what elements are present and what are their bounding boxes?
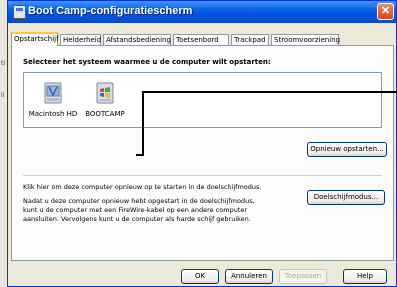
disk-bootcamp[interactable]: BOOTCAMP [82, 79, 128, 118]
tab-stroomvoorziening[interactable]: Stroomvoorziening [271, 34, 340, 45]
apply-button[interactable]: Toepassen [279, 269, 327, 284]
annotation-bracket-top [142, 91, 397, 93]
desktop-tick-2: li [1, 92, 5, 99]
target-disk-mode-button[interactable]: Doelschijfmodus... [307, 190, 385, 205]
restart-button[interactable]: Opnieuw opstarten... [307, 142, 387, 157]
target-mode-description-3: aansluiten. Vervolgens kunt u de compute… [23, 215, 251, 223]
desktop-tick-1: ti [1, 60, 6, 67]
cancel-button[interactable]: Annuleren [225, 269, 273, 284]
title-bar[interactable]: Boot Camp-configuratiescherm ✕ [8, 1, 396, 23]
startup-heading: Selecteer het systeem waarmee u de compu… [23, 58, 271, 66]
app-icon [13, 5, 26, 19]
annotation-bracket-bottom [136, 154, 144, 156]
window-title: Boot Camp-configuratiescherm [28, 5, 193, 17]
windows-disk-icon [96, 82, 114, 104]
annotation-bracket-vertical [142, 91, 144, 156]
tab-helderheid[interactable]: Helderheid [60, 34, 101, 45]
boot-camp-window: Boot Camp-configuratiescherm ✕ Opstartsc… [7, 0, 397, 287]
tab-trackpad[interactable]: Trackpad [231, 34, 269, 45]
tab-toetsenbord[interactable]: Toetsenbord [173, 34, 229, 45]
close-icon: ✕ [380, 5, 391, 17]
section-divider [23, 175, 382, 176]
disk-bootcamp-label: BOOTCAMP [85, 110, 125, 118]
target-mode-description-2: kunt u de computer met een FireWire-kabe… [23, 206, 248, 214]
mac-disk-icon [44, 82, 62, 104]
tab-afstandsbediening[interactable]: Afstandsbediening [103, 34, 171, 45]
target-mode-description-1: Nadat u deze computer opnieuw hebt opges… [23, 197, 255, 205]
disk-macintosh-hd-label: Macintosh HD [28, 110, 78, 118]
target-mode-instruction: Klik hier om deze computer opnieuw op te… [23, 183, 262, 191]
startup-disk-list: Macintosh HD BOOTCAMP [23, 72, 382, 128]
tab-panel-opstartschijf: Selecteer het systeem waarmee u de compu… [11, 45, 397, 261]
tab-opstartschijf[interactable]: Opstartschijf [11, 32, 59, 46]
ok-button[interactable]: OK [181, 269, 219, 284]
disk-macintosh-hd[interactable]: Macintosh HD [28, 79, 78, 118]
close-button[interactable]: ✕ [377, 3, 394, 20]
help-button[interactable]: Help [343, 269, 387, 284]
